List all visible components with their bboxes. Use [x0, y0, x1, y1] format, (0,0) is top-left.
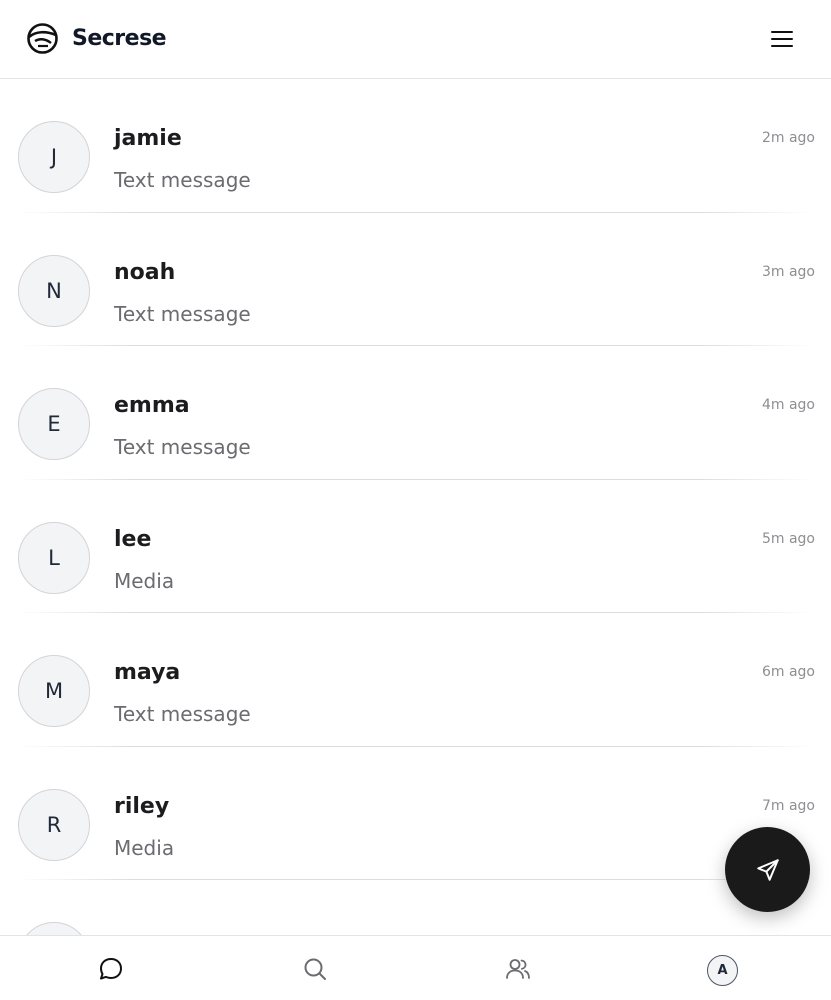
avatar: R: [18, 788, 90, 861]
secrese-logo-icon: [27, 23, 58, 54]
timestamp: 2m ago: [761, 130, 815, 146]
contact-name: maya: [114, 660, 181, 685]
avatar: [18, 922, 90, 935]
contact-name: riley: [114, 793, 170, 819]
conversation-row[interactable]: E emma Text message 4m ago: [0, 346, 831, 480]
timestamp: 3m ago: [761, 263, 815, 280]
message-preview: Text message: [114, 702, 251, 726]
new-message-button[interactable]: [725, 827, 810, 912]
contact-name: noah: [114, 259, 176, 285]
users-icon[interactable]: [504, 955, 532, 983]
chat-bubble-icon[interactable]: [97, 955, 125, 983]
avatar: J: [18, 121, 90, 193]
avatar: E: [18, 388, 90, 460]
conversation-list: J jamie Text message 2m ago N noah Text …: [0, 79, 831, 935]
timestamp: 4m ago: [761, 397, 815, 413]
avatar: L: [18, 521, 90, 594]
send-icon: [756, 858, 779, 881]
brand-title: Secrese: [72, 26, 167, 51]
conversation-row[interactable]: M maya Text message 6m ago: [0, 613, 831, 747]
bottom-navigation: A: [0, 935, 831, 1000]
contact-name: lee: [114, 526, 152, 552]
conversation-row[interactable]: L lee Media 5m ago: [0, 480, 831, 614]
message-preview: Text message: [114, 168, 251, 192]
message-preview: Media: [114, 568, 175, 593]
timestamp: 6m ago: [761, 664, 815, 680]
search-icon[interactable]: [301, 955, 329, 983]
message-preview: Text message: [114, 435, 251, 459]
profile-avatar[interactable]: A: [707, 955, 738, 986]
conversation-row[interactable]: J jamie Text message 2m ago: [0, 79, 831, 213]
message-preview: Text message: [114, 301, 251, 326]
message-preview: Media: [114, 835, 175, 860]
conversation-row[interactable]: R riley Media 7m ago: [0, 747, 831, 881]
timestamp: 7m ago: [761, 797, 815, 814]
contact-name: emma: [114, 393, 190, 418]
avatar: N: [18, 254, 90, 327]
conversation-row-partial[interactable]: [0, 880, 831, 935]
contact-name: jamie: [114, 126, 182, 151]
conversation-row[interactable]: N noah Text message 3m ago: [0, 213, 831, 347]
avatar: M: [18, 655, 90, 727]
hamburger-menu-icon[interactable]: [769, 27, 795, 51]
app-header: Secrese: [0, 0, 831, 79]
timestamp: 5m ago: [761, 530, 815, 547]
